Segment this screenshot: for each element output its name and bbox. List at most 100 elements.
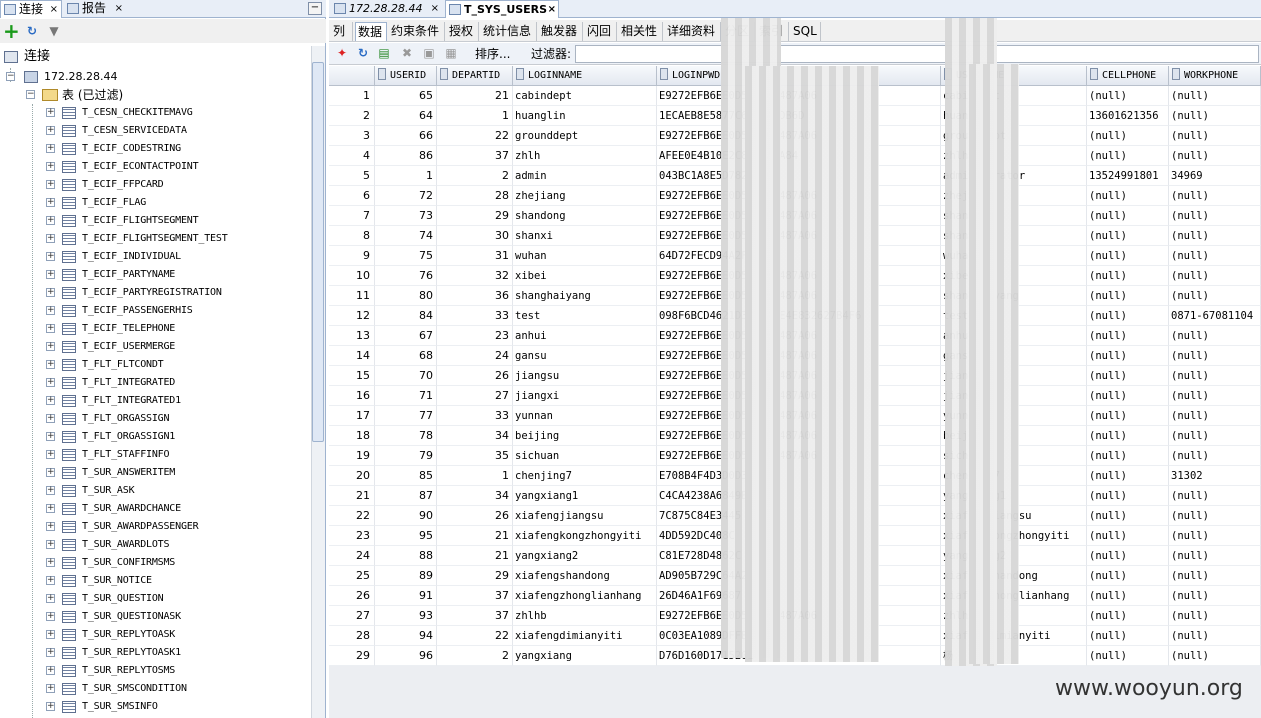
grid-cell[interactable]: 31302 — [1169, 466, 1261, 486]
rollback-icon[interactable]: ▦ — [443, 45, 459, 61]
tree-scrollbar-thumb[interactable] — [312, 62, 324, 442]
expand-icon[interactable]: + — [46, 288, 55, 297]
close-icon[interactable]: × — [548, 1, 556, 18]
minimize-button[interactable]: − — [308, 2, 322, 15]
expand-icon[interactable]: + — [46, 216, 55, 225]
grid-cell[interactable]: yangxiang2 — [513, 546, 657, 566]
grid-cell[interactable]: (null) — [1169, 526, 1261, 546]
subtab-1[interactable]: 数据 — [355, 22, 387, 41]
grid-cell[interactable]: chenjing7 — [513, 466, 657, 486]
expand-icon[interactable]: + — [46, 342, 55, 351]
grid-cell[interactable]: zhejiang — [513, 186, 657, 206]
expand-icon[interactable]: + — [46, 360, 55, 369]
grid-cell[interactable]: 22 — [437, 126, 513, 146]
filter-icon[interactable]: ▼ — [46, 23, 62, 39]
grid-cell[interactable]: (null) — [1087, 646, 1169, 666]
grid-cell[interactable]: 76 — [375, 266, 437, 286]
grid-cell[interactable]: (null) — [1169, 146, 1261, 166]
grid-cell[interactable]: xiafengshandong — [513, 566, 657, 586]
close-icon[interactable]: × — [115, 0, 123, 17]
grid-cell[interactable]: anhui — [513, 326, 657, 346]
expand-icon[interactable]: + — [46, 234, 55, 243]
expand-icon[interactable]: + — [46, 198, 55, 207]
grid-cell[interactable]: 33 — [437, 306, 513, 326]
grid-cell[interactable]: xiafengdimianyiti — [513, 626, 657, 646]
grid-cell[interactable]: (null) — [1087, 526, 1169, 546]
grid-cell[interactable]: (null) — [1169, 206, 1261, 226]
grid-cell[interactable]: jiangsu — [513, 366, 657, 386]
grid-cell[interactable]: 24 — [437, 346, 513, 366]
grid-cell[interactable]: (null) — [1087, 86, 1169, 106]
grid-cell[interactable]: (null) — [1169, 626, 1261, 646]
expand-icon[interactable]: + — [46, 396, 55, 405]
delete-row-icon[interactable]: ✖ — [399, 45, 415, 61]
grid-cell[interactable]: (null) — [1169, 446, 1261, 466]
grid-cell[interactable]: 73 — [375, 206, 437, 226]
expand-icon[interactable]: + — [46, 612, 55, 621]
subtab-5[interactable]: 触发器 — [539, 22, 583, 41]
grid-cell[interactable]: 67 — [375, 326, 437, 346]
expand-icon[interactable]: + — [46, 126, 55, 135]
grid-cell[interactable]: 78 — [375, 426, 437, 446]
grid-cell[interactable]: 90 — [375, 506, 437, 526]
grid-cell[interactable]: 28 — [437, 186, 513, 206]
grid-cell[interactable]: (null) — [1087, 346, 1169, 366]
grid-cell[interactable]: 74 — [375, 226, 437, 246]
grid-cell[interactable]: (null) — [1169, 506, 1261, 526]
expand-icon[interactable]: + — [46, 540, 55, 549]
grid-cell[interactable]: (null) — [1169, 186, 1261, 206]
grid-cell[interactable]: 65 — [375, 86, 437, 106]
grid-cell[interactable]: (null) — [1087, 146, 1169, 166]
grid-cell[interactable]: 93 — [375, 606, 437, 626]
grid-cell[interactable]: 1 — [437, 466, 513, 486]
refresh-icon[interactable]: ↻ — [24, 23, 40, 39]
grid-cell[interactable]: 64 — [375, 106, 437, 126]
expand-icon[interactable]: + — [46, 414, 55, 423]
grid-cell[interactable]: zhlh — [513, 146, 657, 166]
grid-cell[interactable]: (null) — [1169, 86, 1261, 106]
grid-cell[interactable]: (null) — [1169, 606, 1261, 626]
grid-cell[interactable]: 36 — [437, 286, 513, 306]
insert-row-icon[interactable]: ▤ — [376, 45, 392, 61]
grid-cell[interactable]: 1 — [437, 106, 513, 126]
subtab-11[interactable]: SQL — [791, 22, 821, 41]
grid-cell[interactable]: yangxiang1 — [513, 486, 657, 506]
filter-input[interactable] — [575, 45, 1259, 63]
column-header[interactable]: CELLPHONE — [1087, 66, 1169, 86]
expand-icon[interactable]: + — [46, 270, 55, 279]
expand-icon[interactable]: + — [46, 450, 55, 459]
grid-cell[interactable]: 72 — [375, 186, 437, 206]
grid-cell[interactable]: xiafengjiangsu — [513, 506, 657, 526]
grid-cell[interactable]: 80 — [375, 286, 437, 306]
commit-icon[interactable]: ▣ — [421, 45, 437, 61]
grid-cell[interactable]: 77 — [375, 406, 437, 426]
grid-cell[interactable]: (null) — [1169, 106, 1261, 126]
grid-cell[interactable]: (null) — [1169, 546, 1261, 566]
expand-icon[interactable]: + — [46, 522, 55, 531]
grid-cell[interactable]: 21 — [437, 86, 513, 106]
grid-cell[interactable]: shanxi — [513, 226, 657, 246]
grid-cell[interactable]: test — [513, 306, 657, 326]
grid-cell[interactable]: (null) — [1087, 506, 1169, 526]
grid-cell[interactable]: (null) — [1087, 226, 1169, 246]
grid-cell[interactable]: (null) — [1087, 426, 1169, 446]
grid-cell[interactable]: 34969 — [1169, 166, 1261, 186]
grid-cell[interactable]: 23 — [437, 326, 513, 346]
subtab-0[interactable]: 列 — [331, 22, 353, 41]
grid-cell[interactable]: admin — [513, 166, 657, 186]
grid-cell[interactable]: 70 — [375, 366, 437, 386]
tab-connections[interactable]: 连接 × — [0, 0, 62, 18]
grid-cell[interactable]: (null) — [1169, 126, 1261, 146]
grid-cell[interactable]: (null) — [1087, 206, 1169, 226]
grid-cell[interactable]: 89 — [375, 566, 437, 586]
grid-cell[interactable]: (null) — [1087, 466, 1169, 486]
column-header[interactable]: USERID — [375, 66, 437, 86]
grid-cell[interactable]: 26 — [437, 366, 513, 386]
grid-cell[interactable]: yangxiang — [513, 646, 657, 666]
pin-icon[interactable]: ✦ — [334, 45, 350, 61]
grid-cell[interactable]: (null) — [1169, 366, 1261, 386]
expand-icon[interactable]: + — [46, 180, 55, 189]
collapse-icon[interactable]: − — [6, 72, 15, 81]
expand-icon[interactable]: + — [46, 558, 55, 567]
expand-icon[interactable]: + — [46, 630, 55, 639]
